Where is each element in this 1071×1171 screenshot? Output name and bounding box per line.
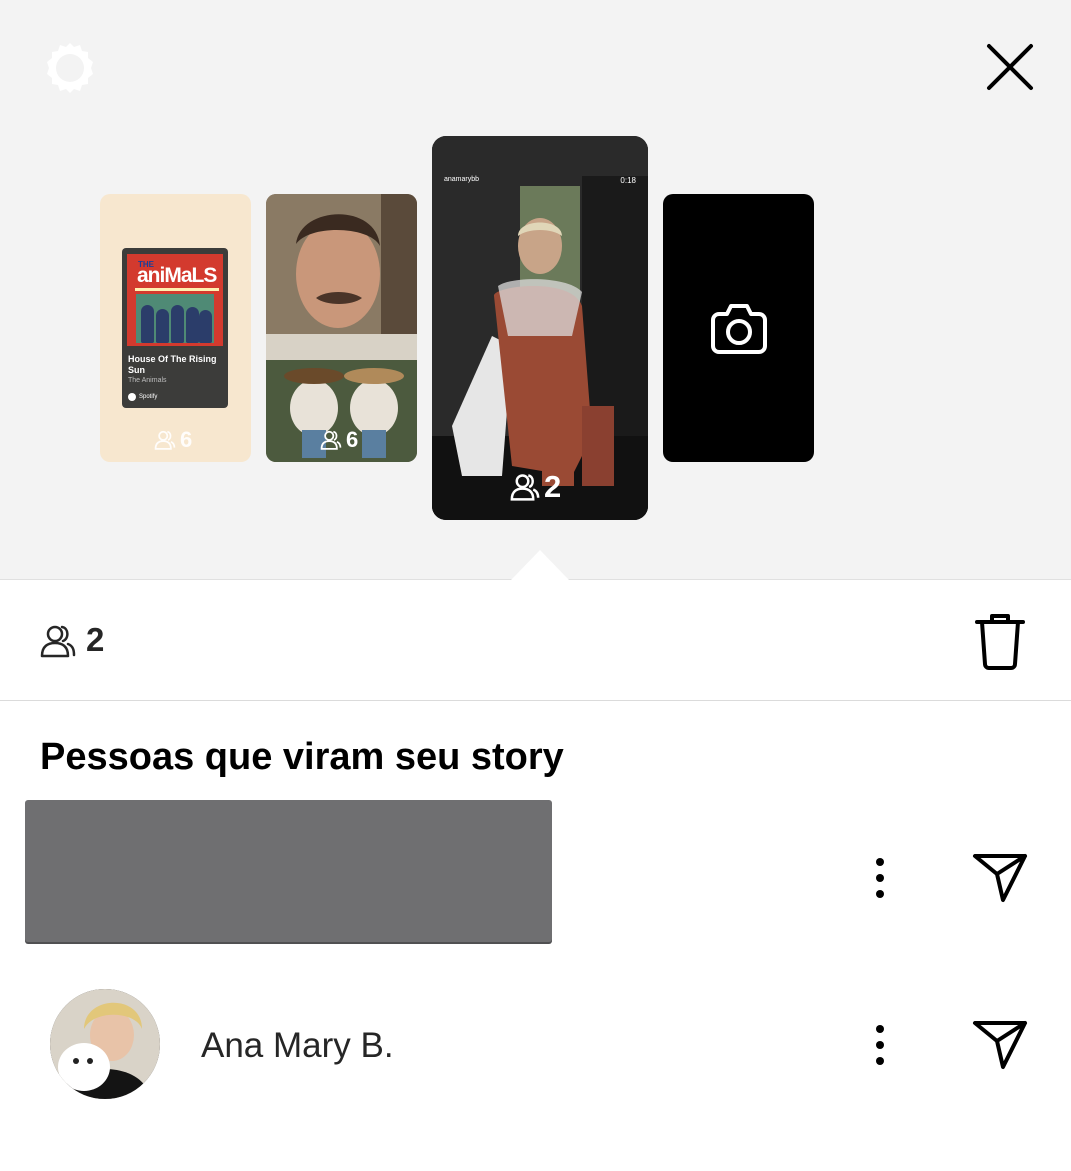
more-options-icon xyxy=(876,1025,884,1065)
story-duration: 0:18 xyxy=(620,176,636,185)
spotify-label: Spotify xyxy=(139,394,158,400)
album-logo: aniMaLS xyxy=(137,264,217,287)
story-video-frame xyxy=(432,136,648,520)
music-sticker: THE aniMaLS House Of The Rising Sun The … xyxy=(122,248,228,408)
close-icon xyxy=(987,44,1033,90)
section-divider xyxy=(0,700,1071,701)
avatar-image xyxy=(50,989,160,1099)
delete-story-button[interactable] xyxy=(972,610,1028,672)
story-viewer-count: 2 xyxy=(510,469,561,505)
close-button[interactable] xyxy=(976,33,1044,101)
more-options-button[interactable] xyxy=(860,1015,900,1075)
album-band-photo xyxy=(136,294,214,343)
viewer-count: 2 xyxy=(86,621,105,658)
send-icon xyxy=(973,1021,1027,1069)
viewers-icon xyxy=(154,430,176,450)
story-photo-image xyxy=(266,194,417,462)
song-artist: The Animals xyxy=(128,377,167,384)
viewers-icon xyxy=(40,625,76,658)
send-icon xyxy=(973,854,1027,902)
spotify-icon xyxy=(128,393,136,401)
album-cover: THE aniMaLS xyxy=(127,254,223,346)
avatar[interactable] xyxy=(50,989,160,1099)
viewers-icon xyxy=(320,430,342,450)
viewer-name[interactable]: Ana Mary B. xyxy=(201,1025,394,1067)
album-tagline-bar xyxy=(135,288,219,291)
more-options-button[interactable] xyxy=(860,848,900,908)
camera-icon xyxy=(710,304,767,354)
send-button[interactable] xyxy=(966,1015,1034,1075)
story-viewer-count: 6 xyxy=(154,427,192,453)
story-viewer-count-value: 2 xyxy=(544,469,562,504)
add-story-camera-button[interactable] xyxy=(663,194,814,462)
viewer-row[interactable]: Ana Mary B. xyxy=(0,975,1071,1115)
settings-button[interactable] xyxy=(36,34,104,102)
story-thumbnail-selected[interactable]: anamarybb 0:18 2 xyxy=(432,136,648,520)
story-viewer-count: 6 xyxy=(320,427,358,453)
send-button[interactable] xyxy=(966,848,1034,908)
song-title: House Of The Rising Sun xyxy=(128,354,217,375)
trash-icon xyxy=(975,614,1025,670)
story-thumbnail-music[interactable]: THE aniMaLS House Of The Rising Sun The … xyxy=(100,194,251,462)
gear-icon xyxy=(47,43,93,93)
spotify-badge: Spotify xyxy=(128,393,157,401)
selected-story-pointer xyxy=(511,550,569,580)
viewers-icon xyxy=(510,474,540,501)
more-options-icon xyxy=(876,858,884,898)
story-username: anamarybb xyxy=(444,176,480,183)
viewers-section-title: Pessoas que viram seu story xyxy=(40,736,564,778)
story-thumbnail-photo[interactable]: 6 xyxy=(266,194,417,462)
story-viewer-count-value: 6 xyxy=(346,427,359,452)
redacted-viewer xyxy=(25,800,552,942)
story-viewer-count-value: 6 xyxy=(180,427,193,452)
